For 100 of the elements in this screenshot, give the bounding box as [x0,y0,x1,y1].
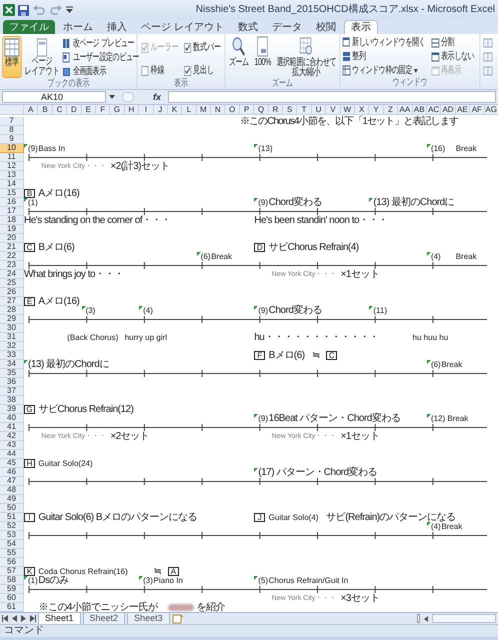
column-header[interactable]: L [182,105,197,115]
ribbon-button[interactable]: 新しいウィンドウを開く [342,36,428,49]
row-header[interactable]: 50 [0,504,24,513]
ribbon-button[interactable]: 全画面表示 [62,65,140,78]
row-header[interactable]: 56 [0,558,24,567]
column-header[interactable]: B [38,105,53,115]
column-header[interactable]: X [354,105,370,115]
window-icon[interactable] [483,52,493,62]
row-header[interactable]: 59 [0,585,24,594]
column-header[interactable]: T [297,105,312,115]
ribbon-button[interactable]: 整列 [342,50,428,63]
window-icon[interactable] [483,66,493,76]
row-header[interactable]: 21 [0,243,24,252]
row-header[interactable]: 19 [0,225,24,234]
view-button[interactable]: 標準 [2,36,22,78]
row-header[interactable]: 29 [0,315,24,324]
column-header[interactable]: F [96,105,110,115]
column-header[interactable]: A [24,105,38,115]
column-header[interactable]: N [211,105,226,115]
ribbon-button[interactable]: ウィンドウ枠の固定 [342,64,428,77]
column-header[interactable]: AC [426,105,442,115]
zoom-button[interactable]: ズーム [228,36,250,78]
next-sheet-icon[interactable] [20,615,27,622]
last-sheet-icon[interactable] [29,615,36,622]
column-header[interactable]: C [52,105,68,115]
column-header[interactable]: J [154,105,168,115]
row-header[interactable]: 33 [0,351,24,360]
sheet-tab[interactable]: Sheet1 [38,612,81,624]
ribbon-button[interactable]: 分割 [431,36,478,49]
row-header[interactable]: 24 [0,270,24,279]
column-header[interactable]: U [312,105,326,115]
row-header[interactable]: 39 [0,405,24,414]
row-header[interactable]: 60 [0,594,24,603]
dropdown-caret-icon[interactable] [109,95,115,99]
row-header[interactable]: 27 [0,297,24,306]
row-header[interactable]: 10 [0,144,24,153]
previous-sheet-icon[interactable] [11,615,18,622]
row-header[interactable]: 16 [0,198,24,207]
column-header[interactable]: E [82,105,96,115]
ribbon-tab[interactable]: ページ レイアウト [135,20,230,34]
expand-handle-icon[interactable] [122,92,134,102]
row-header[interactable]: 58 [0,576,24,585]
ribbon-tab[interactable]: データ [266,20,308,34]
column-header[interactable]: P [240,105,254,115]
row-header[interactable]: 47 [0,477,24,486]
file-tab[interactable]: ファイル [3,20,55,34]
row-header[interactable]: 44 [0,450,24,459]
column-header[interactable]: H [124,105,140,115]
ribbon-tab[interactable]: 校閲 [310,20,342,34]
row-header[interactable]: 46 [0,468,24,477]
column-header[interactable]: Q [254,105,269,115]
row-header[interactable]: 54 [0,540,24,549]
column-header[interactable]: S [283,105,298,115]
row-header[interactable]: 17 [0,207,24,216]
column-header[interactable]: G [110,105,125,115]
row-header[interactable]: 32 [0,342,24,351]
column-header[interactable]: W [340,105,355,115]
row-header[interactable]: 12 [0,162,24,171]
row-header[interactable]: 7 [0,117,24,126]
row-header[interactable]: 37 [0,387,24,396]
row-header[interactable]: 23 [0,261,24,270]
column-header[interactable]: V [326,105,341,115]
row-header[interactable]: 42 [0,432,24,441]
column-header[interactable]: M [196,105,212,115]
column-header[interactable]: Y [369,105,384,115]
view-button[interactable]: ページ レイアウト [24,36,60,78]
row-header[interactable]: 61 [0,603,24,612]
row-header[interactable]: 26 [0,288,24,297]
checkbox[interactable] [141,66,148,76]
row-header[interactable]: 43 [0,441,24,450]
row-header[interactable]: 15 [0,189,24,198]
checkbox[interactable] [184,66,191,76]
row-header[interactable]: 8 [0,126,24,135]
row-header[interactable]: 51 [0,513,24,522]
first-sheet-icon[interactable] [2,615,9,622]
column-header[interactable]: R [268,105,284,115]
column-header[interactable]: AG [484,105,498,115]
row-header[interactable]: 30 [0,324,24,333]
row-header[interactable]: 9 [0,135,24,144]
ribbon-button[interactable]: 改ページ プレビュー [62,37,140,50]
insert-function-button[interactable]: fx [153,92,162,102]
row-header[interactable]: 13 [0,171,24,180]
column-header[interactable]: AB [412,105,427,115]
row-header[interactable]: 40 [0,414,24,423]
row-header[interactable]: 34 [0,360,24,369]
save-icon[interactable] [18,4,29,16]
row-header[interactable]: 18 [0,216,24,225]
row-header[interactable]: 28 [0,306,24,315]
column-header[interactable]: K [168,105,182,115]
zoom-button[interactable]: 100% [253,36,272,78]
row-header[interactable]: 25 [0,279,24,288]
row-header[interactable]: 57 [0,567,24,576]
column-header[interactable]: Z [384,105,398,115]
sheet-tab[interactable]: Sheet2 [82,612,126,624]
ribbon-tab[interactable]: 数式 [232,20,264,34]
row-header[interactable]: 22 [0,252,24,261]
ribbon-tab[interactable]: ホーム [57,20,99,34]
row-header[interactable]: 36 [0,378,24,387]
zoom-button[interactable]: 選択範囲に合わせて 拡大/縮小 [275,36,338,78]
row-header[interactable]: 41 [0,423,24,432]
